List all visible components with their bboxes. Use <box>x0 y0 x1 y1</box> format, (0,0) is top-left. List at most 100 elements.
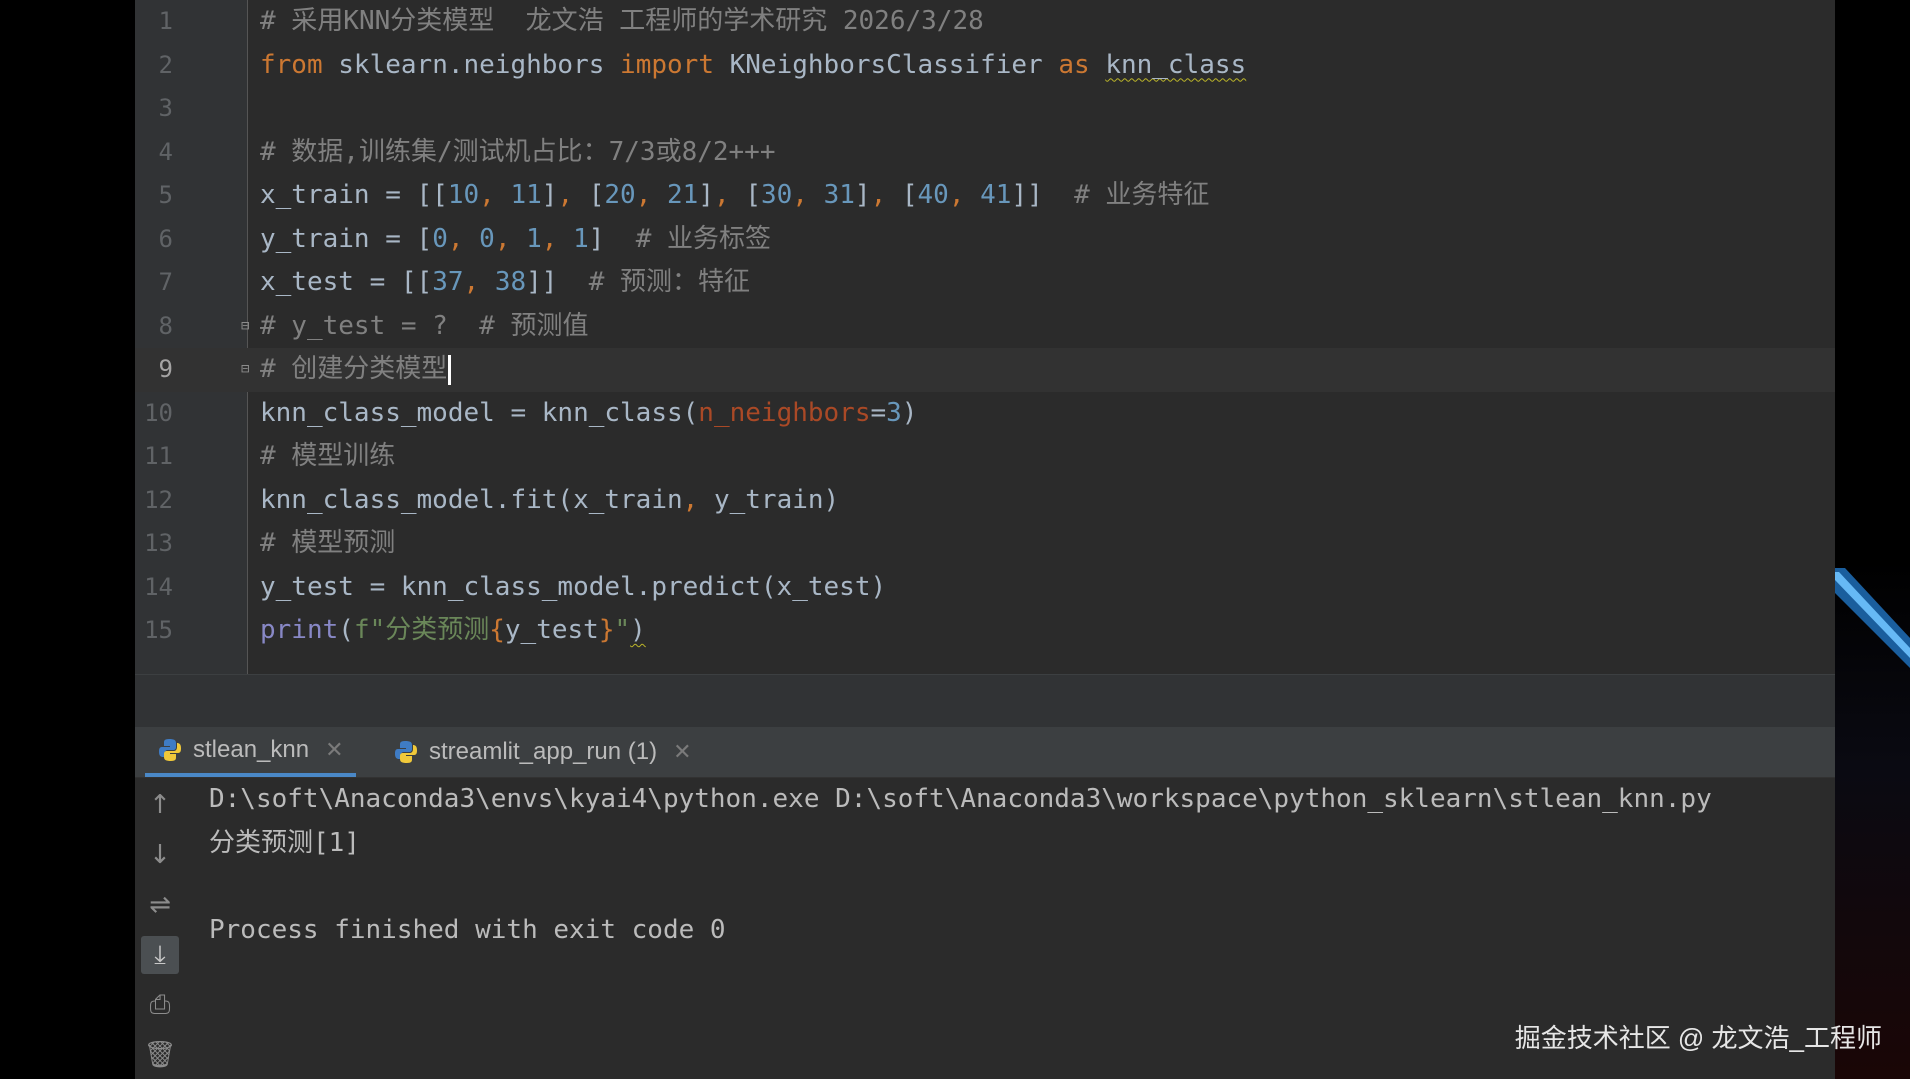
down-arrow-icon[interactable]: ↓ <box>141 836 179 874</box>
code-line[interactable]: 10 knn_class_model = knn_class(n_neighbor… <box>135 392 1835 436</box>
code-token: as <box>1058 49 1090 80</box>
code-token: ] <box>541 180 558 210</box>
code-text: print(f"分类预测{y_test}") <box>260 609 646 653</box>
code-text: x_train = [[10, 11], [20, 21], [30, 31],… <box>260 174 1209 218</box>
code-token: knn_class_model.fit(x_train <box>260 484 683 515</box>
code-token: x_test = [[ <box>260 267 433 297</box>
code-token: # 采用KNN分类模型 龙文浩 工程师的学术研究 2026/3/28 <box>260 6 984 36</box>
code-token: # 模型训练 <box>260 441 396 471</box>
code-token: , <box>792 180 824 210</box>
code-token: 40 <box>917 180 949 210</box>
close-icon[interactable]: ✕ <box>325 737 343 763</box>
code-token: y_test <box>504 615 599 645</box>
code-text: knn_class_model.fit(x_train, y_train) <box>260 479 839 523</box>
close-icon[interactable]: ✕ <box>673 739 691 765</box>
code-line[interactable]: 6 y_train = [0, 0, 1, 1] # 业务标签 <box>135 218 1835 262</box>
code-line[interactable]: 13 # 模型预测 <box>135 522 1835 566</box>
line-number: 6 <box>158 224 173 253</box>
console-line: D:\soft\Anaconda3\envs\kyai4\python.exe … <box>209 784 1712 814</box>
code-token: } <box>598 615 615 645</box>
code-token: ) <box>901 397 918 428</box>
scroll-to-end-icon[interactable]: ⤓ <box>141 936 179 974</box>
up-arrow-icon[interactable]: ↑ <box>141 786 179 824</box>
code-text: y_train = [0, 0, 1, 1] # 业务标签 <box>260 218 771 262</box>
code-token: sklearn.neighbors <box>322 49 621 80</box>
code-token: y_train = [ <box>260 223 433 254</box>
code-line[interactable]: 3 <box>135 87 1835 131</box>
code-line[interactable]: 4 # 数据,训练集/测试机占比：7/3或8/2+++ <box>135 131 1835 175</box>
text-caret <box>448 354 452 385</box>
code-token: ( <box>338 615 354 645</box>
code-line[interactable]: 15 print(f"分类预测{y_test}") <box>135 609 1835 653</box>
code-token: y_test = knn_class_model.predict(x_test) <box>260 571 887 602</box>
console-line: Process finished with exit code 0 <box>209 914 726 945</box>
tab-stlean-knn[interactable]: stlean_knn ✕ <box>145 727 356 777</box>
code-token: , <box>463 267 495 297</box>
code-token: , <box>635 180 668 210</box>
code-line[interactable]: 7 x_test = [[37, 38]] # 预测：特征 <box>135 261 1835 305</box>
code-token: [ <box>745 180 761 210</box>
line-number: 13 <box>144 529 173 557</box>
code-line[interactable]: 8 ⊟ # y_test = ? # 预测值 <box>135 305 1835 349</box>
code-token: , <box>541 223 574 254</box>
run-tabs: stlean_knn ✕ streamlit_app_run (1) ✕ <box>135 727 1835 778</box>
code-token: , <box>494 223 527 254</box>
code-token: , <box>714 180 746 210</box>
code-text: from sklearn.neighbors import KNeighbors… <box>260 44 1246 88</box>
code-token: , <box>870 180 902 210</box>
code-token: import <box>620 49 714 80</box>
code-token: ) <box>630 615 646 645</box>
code-text: # 数据,训练集/测试机占比：7/3或8/2+++ <box>260 131 776 175</box>
ide-window: 1 # 采用KNN分类模型 龙文浩 工程师的学术研究 2026/3/28 2 from… <box>135 0 1835 1079</box>
code-token: ] <box>698 180 714 210</box>
python-icon <box>395 741 417 763</box>
code-text: # y_test = ? # 预测值 <box>260 305 588 349</box>
console-toolbar: ↑ ↓ ⇌ ⤓ ⎙ 🗑 <box>135 778 185 1079</box>
code-token: { <box>489 615 505 645</box>
trash-icon[interactable]: 🗑 <box>141 1036 179 1074</box>
code-token: from <box>260 49 323 80</box>
code-editor[interactable]: 1 # 采用KNN分类模型 龙文浩 工程师的学术研究 2026/3/28 2 from… <box>135 0 1835 674</box>
code-line[interactable]: 12 knn_class_model.fit(x_train, y_train) <box>135 479 1835 523</box>
code-token: # 业务特征 <box>1074 180 1210 210</box>
code-token: y_train) <box>713 484 840 515</box>
line-number: 8 <box>158 311 173 340</box>
code-token: 31 <box>823 180 855 210</box>
code-line[interactable]: 9 ⊟ # 创建分类模型 <box>135 348 1835 392</box>
code-token: [ <box>901 180 918 210</box>
code-token: # 业务标签 <box>635 223 772 254</box>
line-number: 4 <box>158 137 173 166</box>
code-text: # 模型预测 <box>260 522 395 566</box>
code-token: " <box>614 615 631 645</box>
code-text: # 模型训练 <box>260 435 395 479</box>
line-number: 7 <box>158 268 173 296</box>
code-text: knn_class_model = knn_class(n_neighbors=… <box>260 392 917 436</box>
code-token: 38 <box>494 267 527 297</box>
tab-streamlit-app-run[interactable]: streamlit_app_run (1) ✕ <box>381 727 704 777</box>
fold-marker-icon[interactable]: ⊟ <box>241 318 257 334</box>
code-line[interactable]: 1 # 采用KNN分类模型 龙文浩 工程师的学术研究 2026/3/28 <box>135 0 1835 44</box>
code-line[interactable]: 5 x_train = [[10, 11], [20, 21], [30, 31]… <box>135 174 1835 218</box>
print-icon[interactable]: ⎙ <box>141 986 179 1024</box>
code-text: y_test = knn_class_model.predict(x_test) <box>260 566 886 610</box>
line-number: 12 <box>144 485 173 514</box>
fold-marker-icon[interactable]: ⊟ <box>241 361 257 377</box>
code-token: ]] <box>1011 180 1075 210</box>
line-number: 1 <box>158 7 173 35</box>
code-token: 0 <box>479 223 495 254</box>
line-number: 3 <box>158 94 173 122</box>
console-line: 分类预测[1] <box>209 827 360 858</box>
code-token: 20 <box>604 180 636 210</box>
line-number: 5 <box>158 181 173 209</box>
code-line[interactable]: 11 # 模型训练 <box>135 435 1835 479</box>
soft-wrap-icon[interactable]: ⇌ <box>141 886 179 924</box>
code-token: ]] <box>526 267 589 297</box>
code-token: 21 <box>667 180 699 210</box>
code-line[interactable]: 14 y_test = knn_class_model.predict(x_tes… <box>135 566 1835 610</box>
code-text: x_test = [[37, 38]] # 预测：特征 <box>260 261 750 305</box>
code-token: , <box>479 180 511 210</box>
code-token: 3 <box>886 397 902 428</box>
code-line[interactable]: 2 from sklearn.neighbors import KNeighbor… <box>135 44 1835 88</box>
python-icon <box>159 739 181 761</box>
